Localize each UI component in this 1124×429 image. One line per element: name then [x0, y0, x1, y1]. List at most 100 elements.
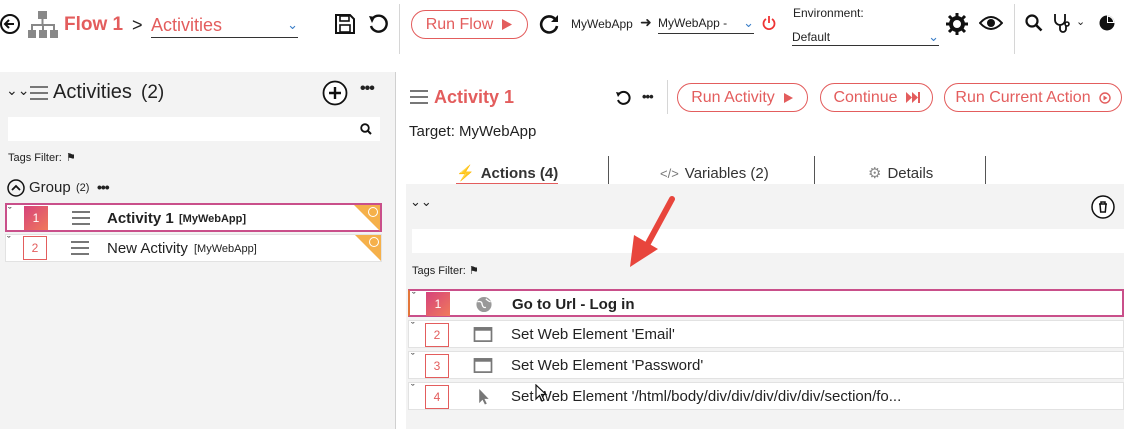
- tag-icon[interactable]: ⚑: [469, 264, 479, 277]
- group-label: Group: [29, 179, 71, 196]
- search-icon[interactable]: [1025, 14, 1043, 32]
- refresh-icon[interactable]: [538, 13, 560, 35]
- power-icon[interactable]: [762, 15, 776, 31]
- action-label: Go to Url - Log in: [512, 296, 635, 313]
- fast-forward-icon: [905, 92, 920, 103]
- activity-tag: [MyWebApp]: [179, 213, 247, 225]
- activity-number: 1: [24, 206, 48, 230]
- tab-separator: [985, 156, 986, 184]
- play-icon: [502, 19, 513, 30]
- expand-caret-icon[interactable]: ˇ: [411, 352, 415, 364]
- undo-icon[interactable]: [615, 90, 631, 106]
- run-flow-button[interactable]: Run Flow: [411, 10, 528, 39]
- eye-icon[interactable]: [979, 14, 1003, 32]
- tab-variables[interactable]: </> Variables (2): [660, 160, 769, 186]
- section-select-value: Activities: [151, 14, 223, 35]
- actions-search-input[interactable]: [412, 229, 1124, 253]
- collapse-all-icon[interactable]: ⌄⌄: [6, 82, 29, 99]
- delete-icon[interactable]: [1091, 195, 1115, 219]
- shared-dot-icon: [369, 237, 379, 247]
- chevron-down-icon: ⌄: [287, 17, 298, 32]
- tab-details[interactable]: ⚙ Details: [868, 160, 933, 186]
- tab-details-label: Details: [887, 164, 934, 182]
- collapse-all-icon[interactable]: ⌄⌄: [410, 194, 432, 210]
- app-source-label: MyWebApp: [571, 17, 633, 31]
- action-label: Set Web Element 'Email': [511, 326, 675, 343]
- chevron-down-icon[interactable]: ⌄: [1076, 15, 1085, 28]
- expand-caret-icon[interactable]: ˇ: [412, 291, 416, 303]
- tags-filter-label: Tags Filter:: [8, 152, 62, 164]
- drag-handle-icon[interactable]: [72, 211, 90, 229]
- pointer-icon: [479, 388, 489, 405]
- breadcrumb-separator: >: [132, 15, 143, 35]
- more-options-icon[interactable]: •••: [360, 80, 375, 98]
- activity-number: 2: [23, 236, 47, 260]
- run-flow-label: Run Flow: [425, 15, 494, 33]
- action-number: 4: [425, 385, 449, 409]
- activity-row[interactable]: ˇ 2 New Activity [MyWebApp]: [5, 234, 382, 262]
- window-icon: [473, 327, 493, 342]
- activity-name: New Activity: [107, 240, 188, 257]
- activity-details-pane: Activity 1 ••• Run Activity Continue Run…: [396, 72, 1124, 429]
- action-number: 2: [425, 323, 449, 347]
- shared-dot-icon: [368, 207, 378, 217]
- run-activity-button[interactable]: Run Activity: [677, 83, 808, 112]
- save-icon[interactable]: [334, 13, 356, 35]
- continue-button[interactable]: Continue: [820, 83, 933, 112]
- action-row[interactable]: ˇ 4 Set Web Element '/html/body/div/div/…: [408, 382, 1124, 410]
- activity-title: Activity 1: [434, 87, 515, 107]
- action-number: 1: [426, 292, 450, 316]
- expand-caret-icon[interactable]: ˇ: [7, 235, 11, 247]
- app-target-select[interactable]: MyWebApp - ⌄: [658, 13, 754, 34]
- continue-label: Continue: [833, 88, 898, 106]
- run-current-action-button[interactable]: Run Current Action: [944, 83, 1122, 112]
- activity-tag: [MyWebApp]: [194, 243, 257, 255]
- menu-icon: [410, 90, 428, 108]
- action-row[interactable]: ˇ 2 Set Web Element 'Email': [408, 320, 1124, 348]
- pie-chart-icon[interactable]: [1098, 14, 1116, 32]
- action-label: Set Web Element 'Password': [511, 357, 704, 374]
- app-target-value: MyWebApp -: [658, 16, 728, 30]
- run-activity-label: Run Activity: [691, 88, 775, 106]
- chevron-down-icon: ⌄: [928, 28, 939, 44]
- environment-value: Default: [792, 29, 831, 44]
- tab-separator: [814, 156, 815, 184]
- action-row[interactable]: ˇ 3 Set Web Element 'Password': [408, 351, 1124, 379]
- undo-icon[interactable]: [367, 13, 389, 35]
- activities-search-input[interactable]: [8, 117, 380, 141]
- window-icon: [473, 358, 493, 373]
- drag-handle-icon[interactable]: [71, 241, 89, 259]
- run-circle-icon: [1098, 91, 1111, 104]
- settings-gear-icon[interactable]: [946, 13, 968, 35]
- environment-select[interactable]: Default ⌄: [792, 28, 939, 46]
- group-options-icon[interactable]: •••: [97, 179, 110, 195]
- section-select[interactable]: Activities ⌄: [151, 13, 298, 38]
- tab-separator: [608, 156, 609, 184]
- action-label: Set Web Element '/html/body/div/div/div/…: [511, 388, 902, 405]
- arrow-right-icon: ➜: [640, 14, 652, 30]
- action-row[interactable]: ˇ 1 Go to Url - Log in: [408, 289, 1124, 317]
- activity-options-icon[interactable]: •••: [642, 89, 654, 104]
- activities-title: Activities: [53, 81, 132, 103]
- add-activity-icon[interactable]: [322, 80, 348, 106]
- activities-count: (2): [141, 82, 165, 103]
- menu-icon: [30, 86, 48, 104]
- flow-title: Flow 1: [64, 14, 124, 35]
- activity-row[interactable]: ˇ 1 Activity 1 [MyWebApp]: [5, 203, 382, 232]
- action-number: 3: [425, 354, 449, 378]
- header-divider: [667, 80, 668, 114]
- run-current-action-label: Run Current Action: [955, 88, 1091, 106]
- mouse-cursor-icon: [535, 384, 548, 402]
- expand-caret-icon[interactable]: ˇ: [8, 206, 12, 218]
- lightning-icon: ⚡: [456, 165, 475, 182]
- tab-actions-label: Actions (4): [480, 164, 559, 182]
- expand-caret-icon[interactable]: ˇ: [411, 383, 415, 395]
- flow-icon: [28, 11, 58, 38]
- back-icon[interactable]: [0, 12, 22, 36]
- stethoscope-icon[interactable]: [1052, 12, 1072, 34]
- tag-icon[interactable]: ⚑: [66, 151, 76, 164]
- gear-icon: ⚙: [868, 165, 882, 182]
- expand-caret-icon[interactable]: ˇ: [411, 321, 415, 333]
- activity-name: Activity 1: [107, 210, 174, 227]
- collapse-group-icon[interactable]: [7, 179, 25, 197]
